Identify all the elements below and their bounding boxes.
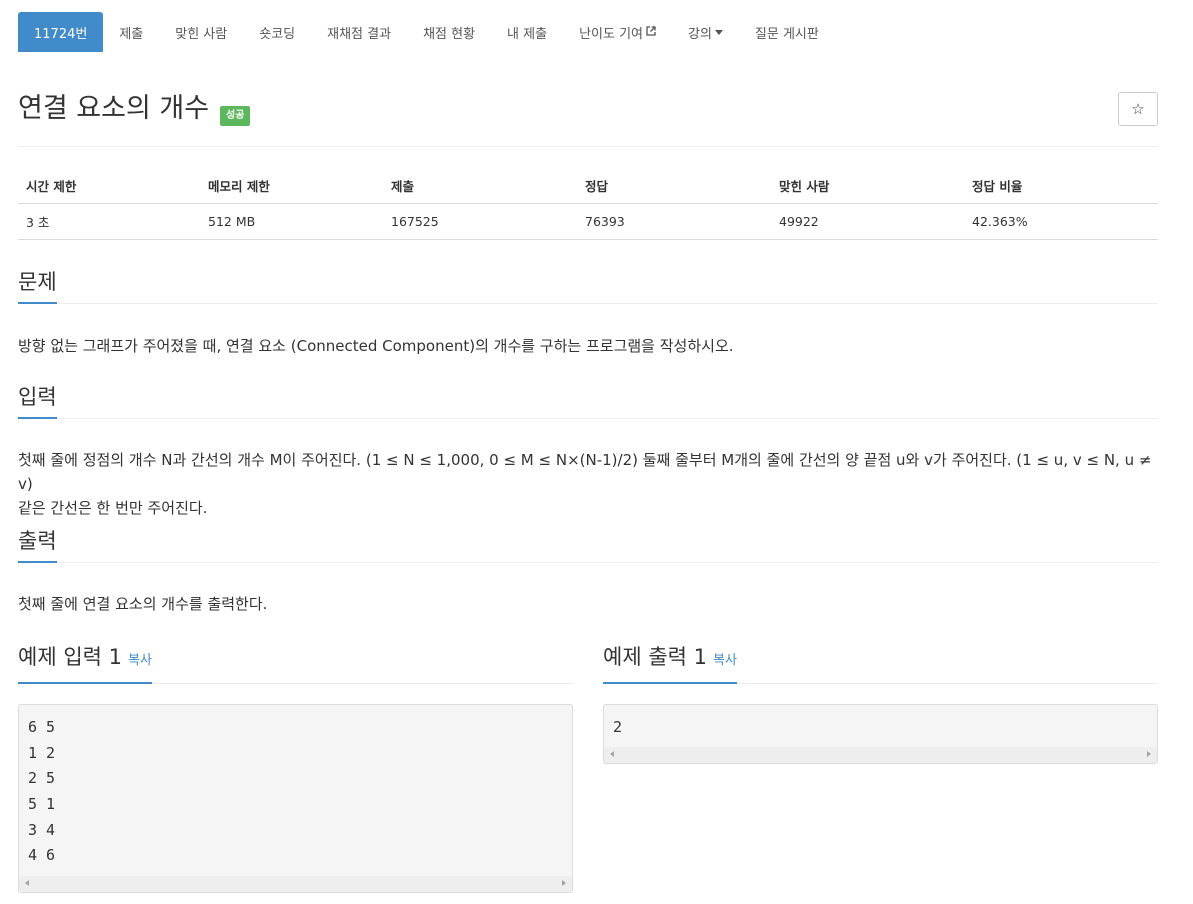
section-heading: 문제	[18, 268, 57, 304]
copy-sample-input-button[interactable]: 복사	[128, 653, 152, 668]
description-text: 방향 없는 그래프가 주어졌을 때, 연결 요소 (Connected Comp…	[18, 337, 734, 355]
section-divider	[18, 303, 1158, 304]
problem-tabs: 11724번 제출 맞힌 사람 숏코딩 재채점 결과 채점 현황 내 제출 난이…	[18, 12, 835, 52]
sample-output-heading: 예제 출력 1 복사	[603, 643, 737, 684]
tab-label: 난이도 기여	[579, 26, 643, 42]
status-badge: 성공	[220, 106, 251, 126]
sample-input-heading: 예제 입력 1 복사	[18, 643, 152, 684]
title-divider	[18, 146, 1158, 147]
tab-label: 질문 게시판	[754, 26, 819, 42]
heading-label: 예제 출력 1	[603, 645, 707, 669]
tab-difficulty-contribution[interactable]: 난이도 기여	[563, 12, 672, 52]
sample-line: 4 6	[28, 846, 56, 865]
sample-input-header: 예제 입력 1 복사	[18, 643, 573, 684]
header-accepted: 정답	[577, 168, 771, 204]
tab-label: 재채점 결과	[327, 26, 392, 42]
tab-judge-status[interactable]: 채점 현황	[407, 12, 491, 52]
sample-line: 3 4	[28, 820, 56, 839]
tab-label: 11724번	[34, 26, 88, 42]
input-text-line: 첫째 줄에 정점의 개수 N과 간선의 개수 M이 주어진다. (1 ≤ N ≤…	[18, 451, 1152, 493]
sample-output-box[interactable]: 2	[603, 704, 1158, 764]
section-heading: 출력	[18, 527, 57, 563]
title-row: 연결 요소의 개수 성공 ☆	[18, 90, 1158, 130]
input-text: 첫째 줄에 정점의 개수 N과 간선의 개수 M이 주어진다. (1 ≤ N ≤…	[18, 448, 1158, 520]
external-link-icon	[646, 25, 656, 39]
scroll-right-icon[interactable]	[1147, 751, 1151, 757]
accept-ratio-value: 42.363%	[964, 203, 1158, 240]
sample-input-box[interactable]: 6 5 1 2 2 5 5 1 3 4 4 6	[18, 704, 573, 893]
tab-problem-number[interactable]: 11724번	[18, 12, 104, 52]
section-divider	[18, 418, 1158, 419]
sample-line: 5 1	[28, 795, 56, 814]
tab-label: 채점 현황	[423, 26, 476, 42]
heading-label: 예제 입력 1	[18, 645, 122, 669]
tab-label: 내 제출	[507, 26, 548, 42]
input-text-line: 같은 간선은 한 번만 주어진다.	[18, 499, 208, 517]
tab-label: 제출	[119, 26, 144, 42]
output-text: 첫째 줄에 연결 요소의 개수를 출력한다.	[18, 595, 268, 613]
tab-lectures[interactable]: 강의	[672, 12, 739, 52]
header-submissions: 제출	[383, 168, 577, 204]
output-section: 출력	[18, 527, 1158, 563]
memory-limit-value: 512 MB	[200, 203, 383, 240]
scroll-left-icon[interactable]	[25, 880, 29, 886]
header-memory-limit: 메모리 제한	[200, 168, 383, 204]
input-section: 입력	[18, 383, 1158, 419]
time-limit-value: 3 초	[18, 203, 200, 240]
caret-down-icon	[714, 29, 723, 35]
tab-label: 숏코딩	[259, 26, 296, 42]
header-time-limit: 시간 제한	[18, 168, 200, 204]
tab-label: 맞힌 사람	[175, 26, 228, 42]
submissions-value: 167525	[383, 203, 577, 240]
header-solved-users: 맞힌 사람	[771, 168, 964, 204]
accepted-value: 76393	[577, 203, 771, 240]
header-accept-ratio: 정답 비율	[964, 168, 1158, 204]
tab-qna-board[interactable]: 질문 게시판	[739, 12, 835, 52]
section-divider	[18, 562, 1158, 563]
sample-line: 2	[613, 718, 623, 736]
solved-users-value: 49922	[771, 203, 964, 240]
tab-submit[interactable]: 제출	[103, 12, 159, 52]
sample-line: 6 5	[28, 718, 56, 736]
tab-rejudge-results[interactable]: 재채점 결과	[311, 12, 407, 52]
star-icon: ☆	[1131, 100, 1145, 118]
section-heading: 입력	[18, 383, 57, 419]
copy-sample-output-button[interactable]: 복사	[713, 653, 737, 668]
favorite-button[interactable]: ☆	[1118, 92, 1158, 126]
tab-solved-users[interactable]: 맞힌 사람	[159, 12, 243, 52]
tab-label: 강의	[688, 26, 712, 42]
table-header-row: 시간 제한 메모리 제한 제출 정답 맞힌 사람 정답 비율	[18, 168, 1158, 204]
sample-line: 1 2	[28, 743, 56, 762]
problem-info-table: 시간 제한 메모리 제한 제출 정답 맞힌 사람 정답 비율 3 초 512 M…	[18, 168, 1158, 240]
sample-output-header: 예제 출력 1 복사	[603, 643, 1158, 684]
tab-my-submissions[interactable]: 내 제출	[491, 12, 563, 52]
table-row: 3 초 512 MB 167525 76393 49922 42.363%	[18, 203, 1158, 240]
horizontal-scrollbar[interactable]	[604, 747, 1157, 763]
scroll-left-icon[interactable]	[610, 751, 614, 757]
description-section: 문제	[18, 268, 1158, 304]
scroll-right-icon[interactable]	[562, 880, 566, 886]
problem-title: 연결 요소의 개수	[18, 93, 210, 124]
sample-line: 2 5	[28, 769, 56, 788]
tab-short-coding[interactable]: 숏코딩	[243, 12, 311, 52]
horizontal-scrollbar[interactable]	[19, 876, 572, 892]
